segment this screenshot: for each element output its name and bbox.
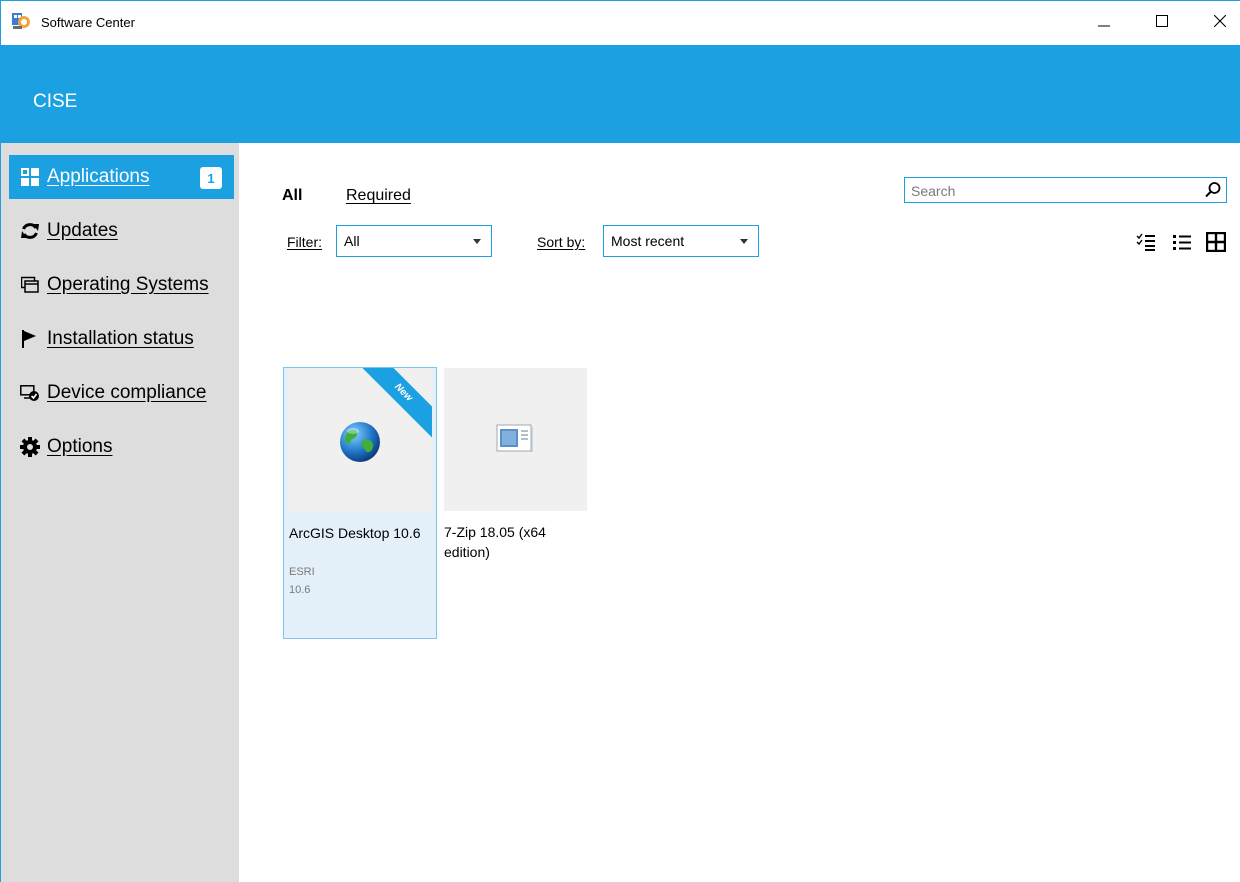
app-name: ArcGIS Desktop 10.6 [289,525,421,541]
sidebar: Applications 1 Updates Operating Systems… [1,143,239,882]
app-publisher: ESRI [289,566,315,578]
sidebar-item-label: Applications [47,166,150,187]
sort-label-text: Sort by: [537,234,586,250]
search-icon[interactable] [1204,181,1222,199]
app-tile-7zip[interactable]: 7-Zip 18.05 (x64 edition) [444,367,587,639]
list-view-icon[interactable] [1171,231,1193,253]
sidebar-item-installation-status[interactable]: Installation status [9,317,234,361]
sort-dropdown[interactable]: Most recent [603,225,759,257]
sidebar-item-updates[interactable]: Updates [9,209,234,253]
apps-grid-icon [19,166,41,188]
sidebar-item-label: Installation status [47,328,194,349]
sidebar-item-device-compliance[interactable]: Device compliance [9,371,234,415]
tab-all[interactable]: All [282,187,302,205]
tab-required[interactable]: Required [346,187,411,205]
app-tile-arcgis[interactable]: New ArcGIS Desktop 10.6 ESRI 10.6 [283,367,437,639]
flag-icon [19,328,41,350]
chevron-down-icon [740,239,748,244]
minimize-button[interactable] [1081,1,1127,45]
filter-dropdown[interactable]: All [336,225,492,257]
refresh-icon [19,220,41,242]
checklist-view-icon[interactable] [1135,231,1157,253]
gear-icon [19,436,41,458]
filter-label-text: Filter: [287,234,322,250]
sidebar-item-label: Options [47,436,113,457]
minimize-icon [1098,14,1110,32]
search-input[interactable] [909,179,1193,203]
software-center-icon [11,11,31,31]
window-title: Software Center [41,15,135,30]
app-version: 10.6 [289,584,311,596]
tile-view-icon[interactable] [1205,231,1227,253]
chevron-down-icon [473,239,481,244]
globe-icon [338,420,382,464]
sidebar-item-label: Operating Systems [47,274,209,295]
app-tile-image: New [288,368,432,512]
org-header: CISE [1,45,1240,143]
search-box [904,177,1227,203]
close-icon [1213,14,1227,32]
sidebar-item-label: Updates [47,220,118,241]
maximize-button[interactable] [1139,1,1185,45]
sidebar-item-label: Device compliance [47,382,207,403]
software-center-window: Software Center CISE Applications 1 Upda… [0,0,1240,882]
sidebar-item-options[interactable]: Options [9,425,234,469]
device-compliance-icon [19,382,41,404]
maximize-icon [1156,14,1168,32]
sort-value: Most recent [611,233,685,249]
generic-app-icon [496,424,534,454]
applications-count-badge: 1 [200,167,222,189]
sidebar-item-applications[interactable]: Applications 1 [9,155,234,199]
windows-stack-icon [19,274,41,296]
close-button[interactable] [1197,1,1240,45]
org-name: CISE [33,91,78,112]
app-tile-image [444,368,587,511]
filter-label: Filter: [287,234,322,250]
title-bar: Software Center [1,1,1240,45]
sort-label: Sort by: [537,234,585,250]
main-content: All Required Filter: All Sort by: Most r… [239,143,1240,882]
filter-value: All [344,233,360,249]
app-name: 7-Zip 18.05 (x64 edition) [444,524,546,560]
sidebar-item-operating-systems[interactable]: Operating Systems [9,263,234,307]
